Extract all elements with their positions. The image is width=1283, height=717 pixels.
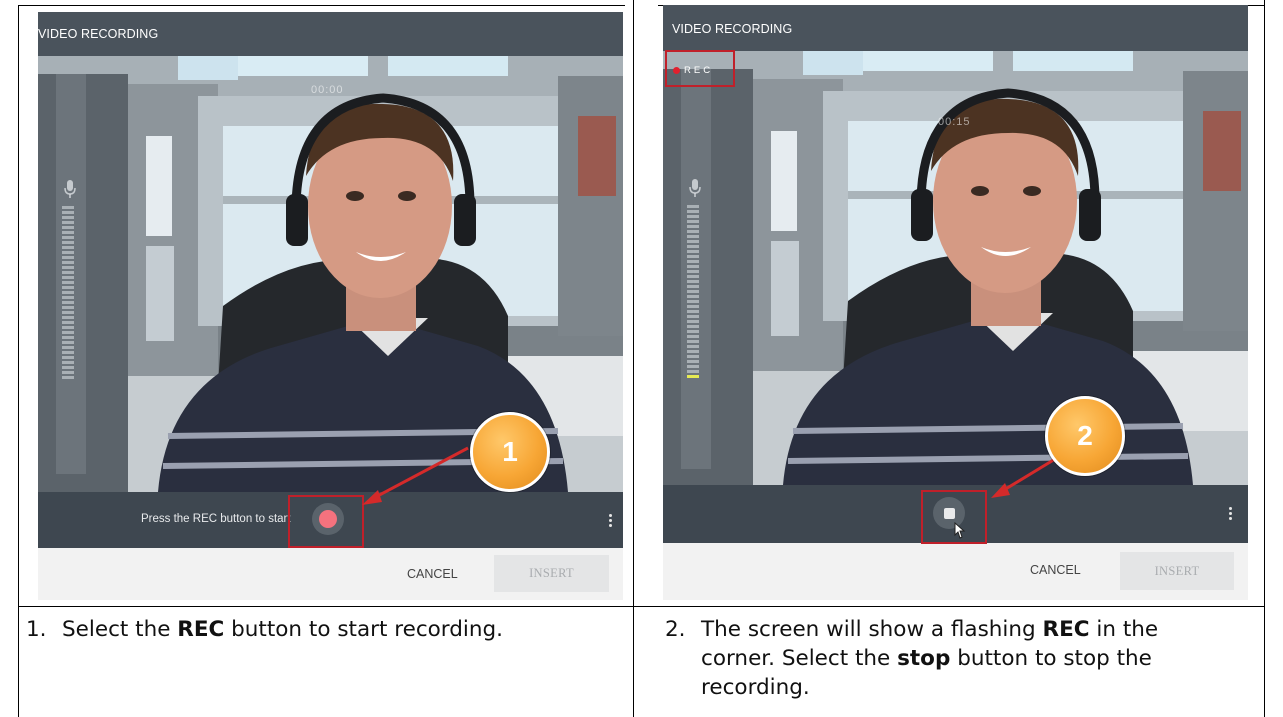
panel-title: VIDEO RECORDING bbox=[38, 27, 159, 41]
panel-titlebar: VIDEO RECORDING bbox=[663, 5, 1248, 51]
table-top-border bbox=[18, 5, 625, 6]
rec-indicator-highlight bbox=[665, 50, 735, 87]
table-middle-border bbox=[633, 0, 634, 717]
callout-badge-1: 1 bbox=[470, 412, 550, 492]
table-row-divider bbox=[18, 606, 1265, 607]
annotation-arrow bbox=[362, 446, 469, 505]
cancel-button[interactable]: CANCEL bbox=[1030, 563, 1081, 577]
rec-prompt-text: Press the REC button to start bbox=[141, 513, 291, 525]
microphone-icon bbox=[64, 180, 76, 198]
audio-level-meter bbox=[62, 206, 74, 379]
dialog-footer: CANCEL INSERT bbox=[663, 543, 1248, 600]
microphone-icon bbox=[689, 179, 701, 197]
recording-timer: 00:00 bbox=[311, 84, 344, 96]
table-right-border bbox=[1264, 0, 1265, 717]
dialog-footer: CANCEL INSERT bbox=[38, 548, 623, 600]
cursor-icon bbox=[954, 522, 966, 539]
table-left-border bbox=[18, 5, 19, 717]
instruction-step-1: 1. Select the REC button to start record… bbox=[26, 615, 626, 645]
tutorial-page: VIDEO RECORDING 00:00 Press the REC butt… bbox=[0, 0, 1283, 717]
insert-button[interactable]: INSERT bbox=[1120, 552, 1234, 590]
instruction-step-2: 2. The screen will show a flashing REC i… bbox=[665, 615, 1263, 715]
cancel-button[interactable]: CANCEL bbox=[407, 567, 458, 581]
webcam-preview: 00:15 REC bbox=[663, 51, 1248, 485]
more-vertical-icon[interactable] bbox=[1229, 507, 1232, 520]
step-text: The screen will show a flashing REC in t… bbox=[701, 617, 1159, 700]
panel-title: VIDEO RECORDING bbox=[672, 22, 793, 36]
step-text: Select the REC button to start recording… bbox=[62, 617, 503, 642]
recording-timer: 00:15 bbox=[938, 116, 971, 128]
callout-badge-2: 2 bbox=[1045, 396, 1125, 476]
insert-button[interactable]: INSERT bbox=[494, 555, 609, 592]
panel-titlebar: VIDEO RECORDING bbox=[38, 12, 623, 56]
step-number: 2. bbox=[665, 617, 686, 642]
audio-level-meter bbox=[687, 205, 699, 378]
step-number: 1. bbox=[26, 617, 47, 642]
more-vertical-icon[interactable] bbox=[609, 514, 612, 527]
